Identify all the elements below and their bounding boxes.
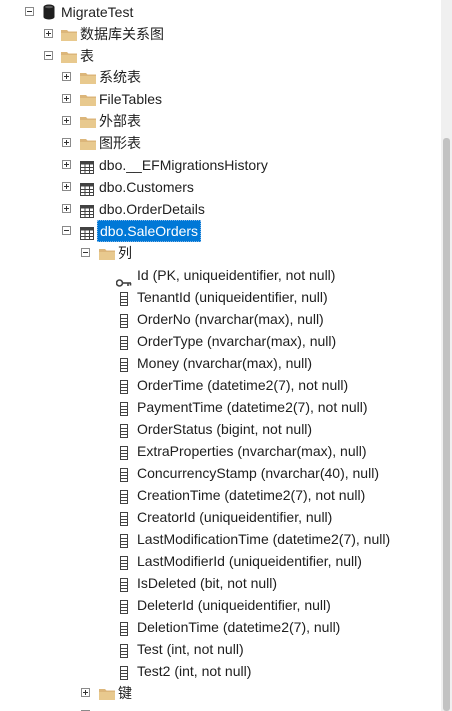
column-label: OrderStatus (bigint, not null) bbox=[137, 421, 313, 437]
tree-node-filetables[interactable]: FileTables bbox=[0, 88, 441, 110]
graph-tables-label: 图形表 bbox=[99, 135, 141, 151]
tree-node-partial[interactable] bbox=[0, 704, 441, 711]
column-item[interactable]: ExtraProperties (nvarchar(max), null) bbox=[0, 440, 441, 462]
collapse-toggle[interactable] bbox=[81, 248, 90, 257]
table-label-selected: dbo.SaleOrders bbox=[97, 220, 202, 242]
table-label: dbo.Customers bbox=[99, 179, 194, 195]
column-item[interactable]: OrderType (nvarchar(max), null) bbox=[0, 330, 441, 352]
column-label: Money (nvarchar(max), null) bbox=[137, 355, 313, 371]
tree-node-table-orderdetails[interactable]: dbo.OrderDetails bbox=[0, 198, 441, 220]
tree-node-external-tables[interactable]: 外部表 bbox=[0, 110, 441, 132]
expand-toggle[interactable] bbox=[62, 72, 71, 81]
collapse-toggle[interactable] bbox=[44, 51, 53, 60]
column-label: LastModifierId (uniqueidentifier, null) bbox=[137, 553, 362, 569]
external-tables-label: 外部表 bbox=[99, 113, 141, 129]
column-item[interactable]: TenantId (uniqueidentifier, null) bbox=[0, 286, 441, 308]
column-label: IsDeleted (bit, not null) bbox=[137, 575, 278, 591]
column-label: OrderNo (nvarchar(max), null) bbox=[137, 311, 324, 327]
column-label: OrderTime (datetime2(7), not null) bbox=[137, 377, 349, 393]
expand-toggle[interactable] bbox=[62, 138, 71, 147]
tree-node-tables[interactable]: 表 bbox=[0, 45, 441, 67]
tables-label: 表 bbox=[80, 48, 94, 64]
tree-node-table-customers[interactable]: dbo.Customers bbox=[0, 176, 441, 198]
column-label: ConcurrencyStamp (nvarchar(40), null) bbox=[137, 465, 379, 481]
column-label: TenantId (uniqueidentifier, null) bbox=[137, 289, 328, 305]
vertical-scrollbar[interactable] bbox=[441, 0, 452, 711]
column-label: PaymentTime (datetime2(7), not null) bbox=[137, 399, 368, 415]
columns-label: 列 bbox=[118, 245, 132, 261]
scrollbar-thumb[interactable] bbox=[443, 138, 450, 711]
column-item[interactable]: OrderStatus (bigint, not null) bbox=[0, 418, 441, 440]
collapse-toggle[interactable] bbox=[62, 226, 71, 235]
column-item[interactable]: Money (nvarchar(max), null) bbox=[0, 352, 441, 374]
expand-toggle[interactable] bbox=[62, 204, 71, 213]
column-item[interactable]: OrderTime (datetime2(7), not null) bbox=[0, 374, 441, 396]
expand-toggle[interactable] bbox=[62, 94, 71, 103]
system-tables-label: 系统表 bbox=[99, 69, 141, 85]
expand-toggle[interactable] bbox=[62, 182, 71, 191]
tree-node-keys[interactable]: 键 bbox=[0, 682, 441, 704]
tree-node-columns[interactable]: 列 bbox=[0, 242, 441, 264]
column-label: DeletionTime (datetime2(7), null) bbox=[137, 619, 341, 635]
table-label: dbo.__EFMigrationsHistory bbox=[99, 157, 268, 173]
database-label: MigrateTest bbox=[61, 4, 134, 20]
column-item[interactable]: ConcurrencyStamp (nvarchar(40), null) bbox=[0, 462, 441, 484]
expand-toggle[interactable] bbox=[62, 160, 71, 169]
column-item[interactable]: PaymentTime (datetime2(7), not null) bbox=[0, 396, 441, 418]
column-item[interactable]: CreationTime (datetime2(7), not null) bbox=[0, 484, 441, 506]
diagrams-label: 数据库关系图 bbox=[80, 26, 164, 42]
object-explorer-tree: MigrateTest 数据库关系图 表 系统表 FileTables 外部表 … bbox=[0, 0, 441, 711]
column-item[interactable]: DeletionTime (datetime2(7), null) bbox=[0, 616, 441, 638]
column-item[interactable]: LastModifierId (uniqueidentifier, null) bbox=[0, 550, 441, 572]
column-label: Test (int, not null) bbox=[137, 641, 244, 657]
folder-icon bbox=[99, 707, 115, 711]
column-label: CreationTime (datetime2(7), not null) bbox=[137, 487, 366, 503]
column-label: CreatorId (uniqueidentifier, null) bbox=[137, 509, 333, 525]
keys-label: 键 bbox=[118, 685, 132, 701]
column-item[interactable]: OrderNo (nvarchar(max), null) bbox=[0, 308, 441, 330]
expand-toggle[interactable] bbox=[81, 688, 90, 697]
expand-toggle[interactable] bbox=[44, 29, 53, 38]
column-item[interactable]: Test2 (int, not null) bbox=[0, 660, 441, 682]
tree-node-table-saleorders[interactable]: dbo.SaleOrders bbox=[0, 220, 441, 242]
collapse-toggle[interactable] bbox=[25, 7, 34, 16]
column-item[interactable]: CreatorId (uniqueidentifier, null) bbox=[0, 506, 441, 528]
tree-node-diagrams[interactable]: 数据库关系图 bbox=[0, 23, 441, 45]
expand-toggle[interactable] bbox=[62, 116, 71, 125]
column-label: ExtraProperties (nvarchar(max), null) bbox=[137, 443, 367, 459]
column-label: DeleterId (uniqueidentifier, null) bbox=[137, 597, 331, 613]
column-label: LastModificationTime (datetime2(7), null… bbox=[137, 531, 391, 547]
filetables-label: FileTables bbox=[99, 91, 163, 107]
column-item[interactable]: Id (PK, uniqueidentifier, not null) bbox=[0, 264, 441, 287]
tree-node-database[interactable]: MigrateTest bbox=[0, 1, 441, 23]
column-label: Id (PK, uniqueidentifier, not null) bbox=[137, 267, 336, 283]
column-item[interactable]: DeleterId (uniqueidentifier, null) bbox=[0, 594, 441, 616]
tree-node-system-tables[interactable]: 系统表 bbox=[0, 66, 441, 88]
column-item[interactable]: LastModificationTime (datetime2(7), null… bbox=[0, 528, 441, 550]
tree-node-table-ef-history[interactable]: dbo.__EFMigrationsHistory bbox=[0, 154, 441, 176]
tree-node-graph-tables[interactable]: 图形表 bbox=[0, 132, 441, 154]
table-label: dbo.OrderDetails bbox=[99, 201, 205, 217]
column-item[interactable]: IsDeleted (bit, not null) bbox=[0, 572, 441, 594]
column-label: Test2 (int, not null) bbox=[137, 663, 252, 679]
column-item[interactable]: Test (int, not null) bbox=[0, 638, 441, 660]
column-label: OrderType (nvarchar(max), null) bbox=[137, 333, 337, 349]
